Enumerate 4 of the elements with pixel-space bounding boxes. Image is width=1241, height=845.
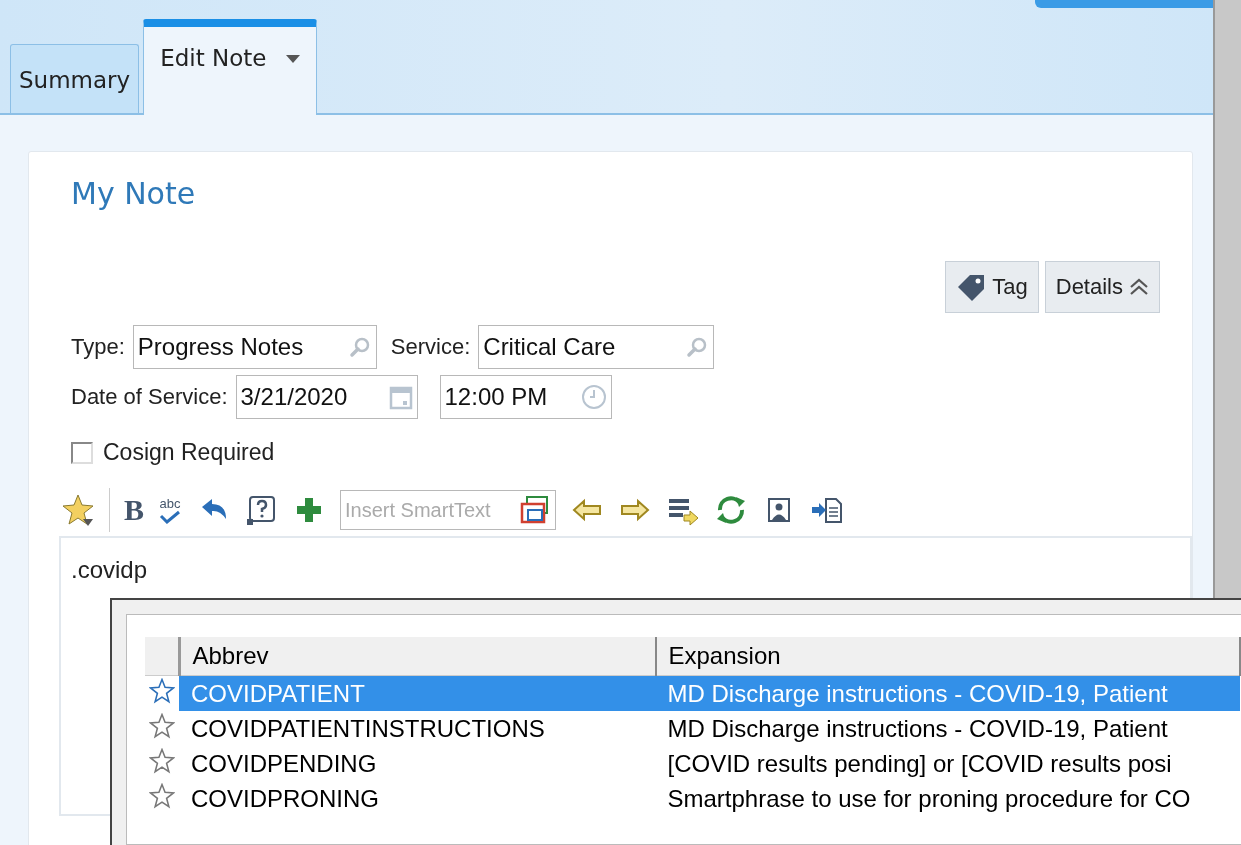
note-title: My Note <box>71 176 197 211</box>
date-label: Date of Service: <box>71 384 228 410</box>
service-label: Service: <box>390 334 471 360</box>
type-label: Type: <box>71 334 125 360</box>
